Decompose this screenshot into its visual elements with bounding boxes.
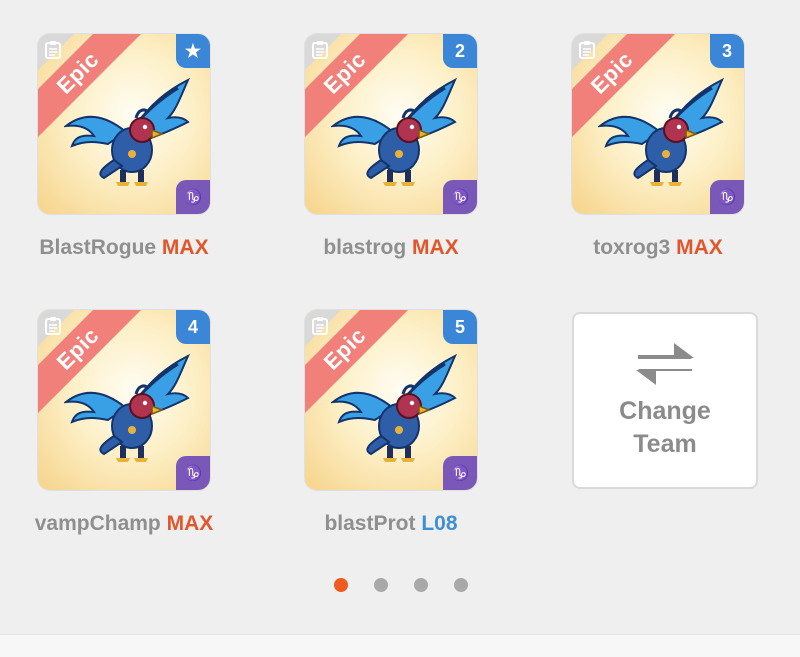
capricorn-icon: ♑	[176, 456, 210, 490]
capricorn-icon: ♑	[176, 180, 210, 214]
document-icon[interactable]	[579, 41, 595, 59]
document-icon[interactable]	[45, 317, 61, 335]
team-member-card[interactable]: Epic 2 ♑ blastrog MAX	[283, 34, 499, 274]
creature-name: toxrog3 MAX	[550, 236, 766, 260]
slot-number: 3	[721, 40, 732, 61]
document-icon[interactable]	[312, 317, 328, 335]
slot-badge: ★	[176, 34, 210, 68]
creature-tile[interactable]: Epic 2 ♑	[305, 34, 477, 214]
griffin-creature-icon	[331, 353, 458, 462]
capricorn-icon: ♑	[443, 180, 477, 214]
team-member-card[interactable]: Epic 4 ♑ vampChamp MAX	[16, 310, 232, 550]
creature-name: BlastRogue MAX	[16, 236, 232, 260]
slot-number: ★	[184, 40, 202, 61]
creature-name-text: blastrog	[323, 236, 407, 259]
slot-badge: 5	[443, 310, 477, 344]
slot-number: 4	[187, 316, 198, 337]
creature-level: L08	[421, 512, 458, 535]
page-dot[interactable]	[374, 578, 388, 592]
team-member-card[interactable]: Epic ★ ♑ BlastRogue MAX	[16, 34, 232, 274]
capricorn-icon: ♑	[710, 180, 744, 214]
creature-level: MAX	[412, 236, 459, 259]
creature-name: vampChamp MAX	[16, 512, 232, 536]
slot-badge: 3	[710, 34, 744, 68]
creature-name-text: blastProt	[324, 512, 416, 535]
creature-tile[interactable]: Epic 3 ♑	[572, 34, 744, 214]
creature-name-text: BlastRogue	[39, 236, 157, 259]
slot-number: 2	[454, 40, 465, 61]
swap-arrows-icon	[636, 342, 694, 385]
creature-level: MAX	[161, 236, 209, 259]
creature-level: MAX	[166, 512, 214, 535]
change-team-button[interactable]: Change Team	[572, 312, 758, 489]
change-team-line2: Team	[633, 429, 697, 458]
bottom-divider	[0, 634, 800, 657]
page-dot[interactable]	[454, 578, 468, 592]
change-team-line1: Change	[619, 396, 711, 425]
creature-name-text: toxrog3	[593, 236, 671, 259]
creature-tile[interactable]: Epic 4 ♑	[38, 310, 210, 490]
slot-number: 5	[454, 316, 465, 337]
change-team-label: Change Team	[595, 395, 735, 461]
team-member-card[interactable]: Epic 5 ♑ blastProt L08	[283, 310, 499, 550]
griffin-creature-icon	[331, 77, 458, 186]
creature-name: blastrog MAX	[283, 236, 499, 260]
slot-badge: 4	[176, 310, 210, 344]
page-dot-active[interactable]	[334, 578, 348, 592]
creature-level: MAX	[676, 236, 723, 259]
creature-name-text: vampChamp	[34, 512, 161, 535]
capricorn-icon: ♑	[443, 456, 477, 490]
creature-name: blastProt L08	[283, 512, 499, 536]
document-icon[interactable]	[312, 41, 328, 59]
creature-tile[interactable]: Epic ★ ♑	[38, 34, 210, 214]
griffin-creature-icon	[64, 353, 191, 462]
creature-tile[interactable]: Epic 5 ♑	[305, 310, 477, 490]
page-indicator	[330, 578, 470, 594]
slot-badge: 2	[443, 34, 477, 68]
griffin-creature-icon	[598, 77, 725, 186]
document-icon[interactable]	[45, 41, 61, 59]
griffin-creature-icon	[64, 77, 191, 186]
page-dot[interactable]	[414, 578, 428, 592]
team-member-card[interactable]: Epic 3 ♑ toxrog3 MAX	[550, 34, 766, 274]
